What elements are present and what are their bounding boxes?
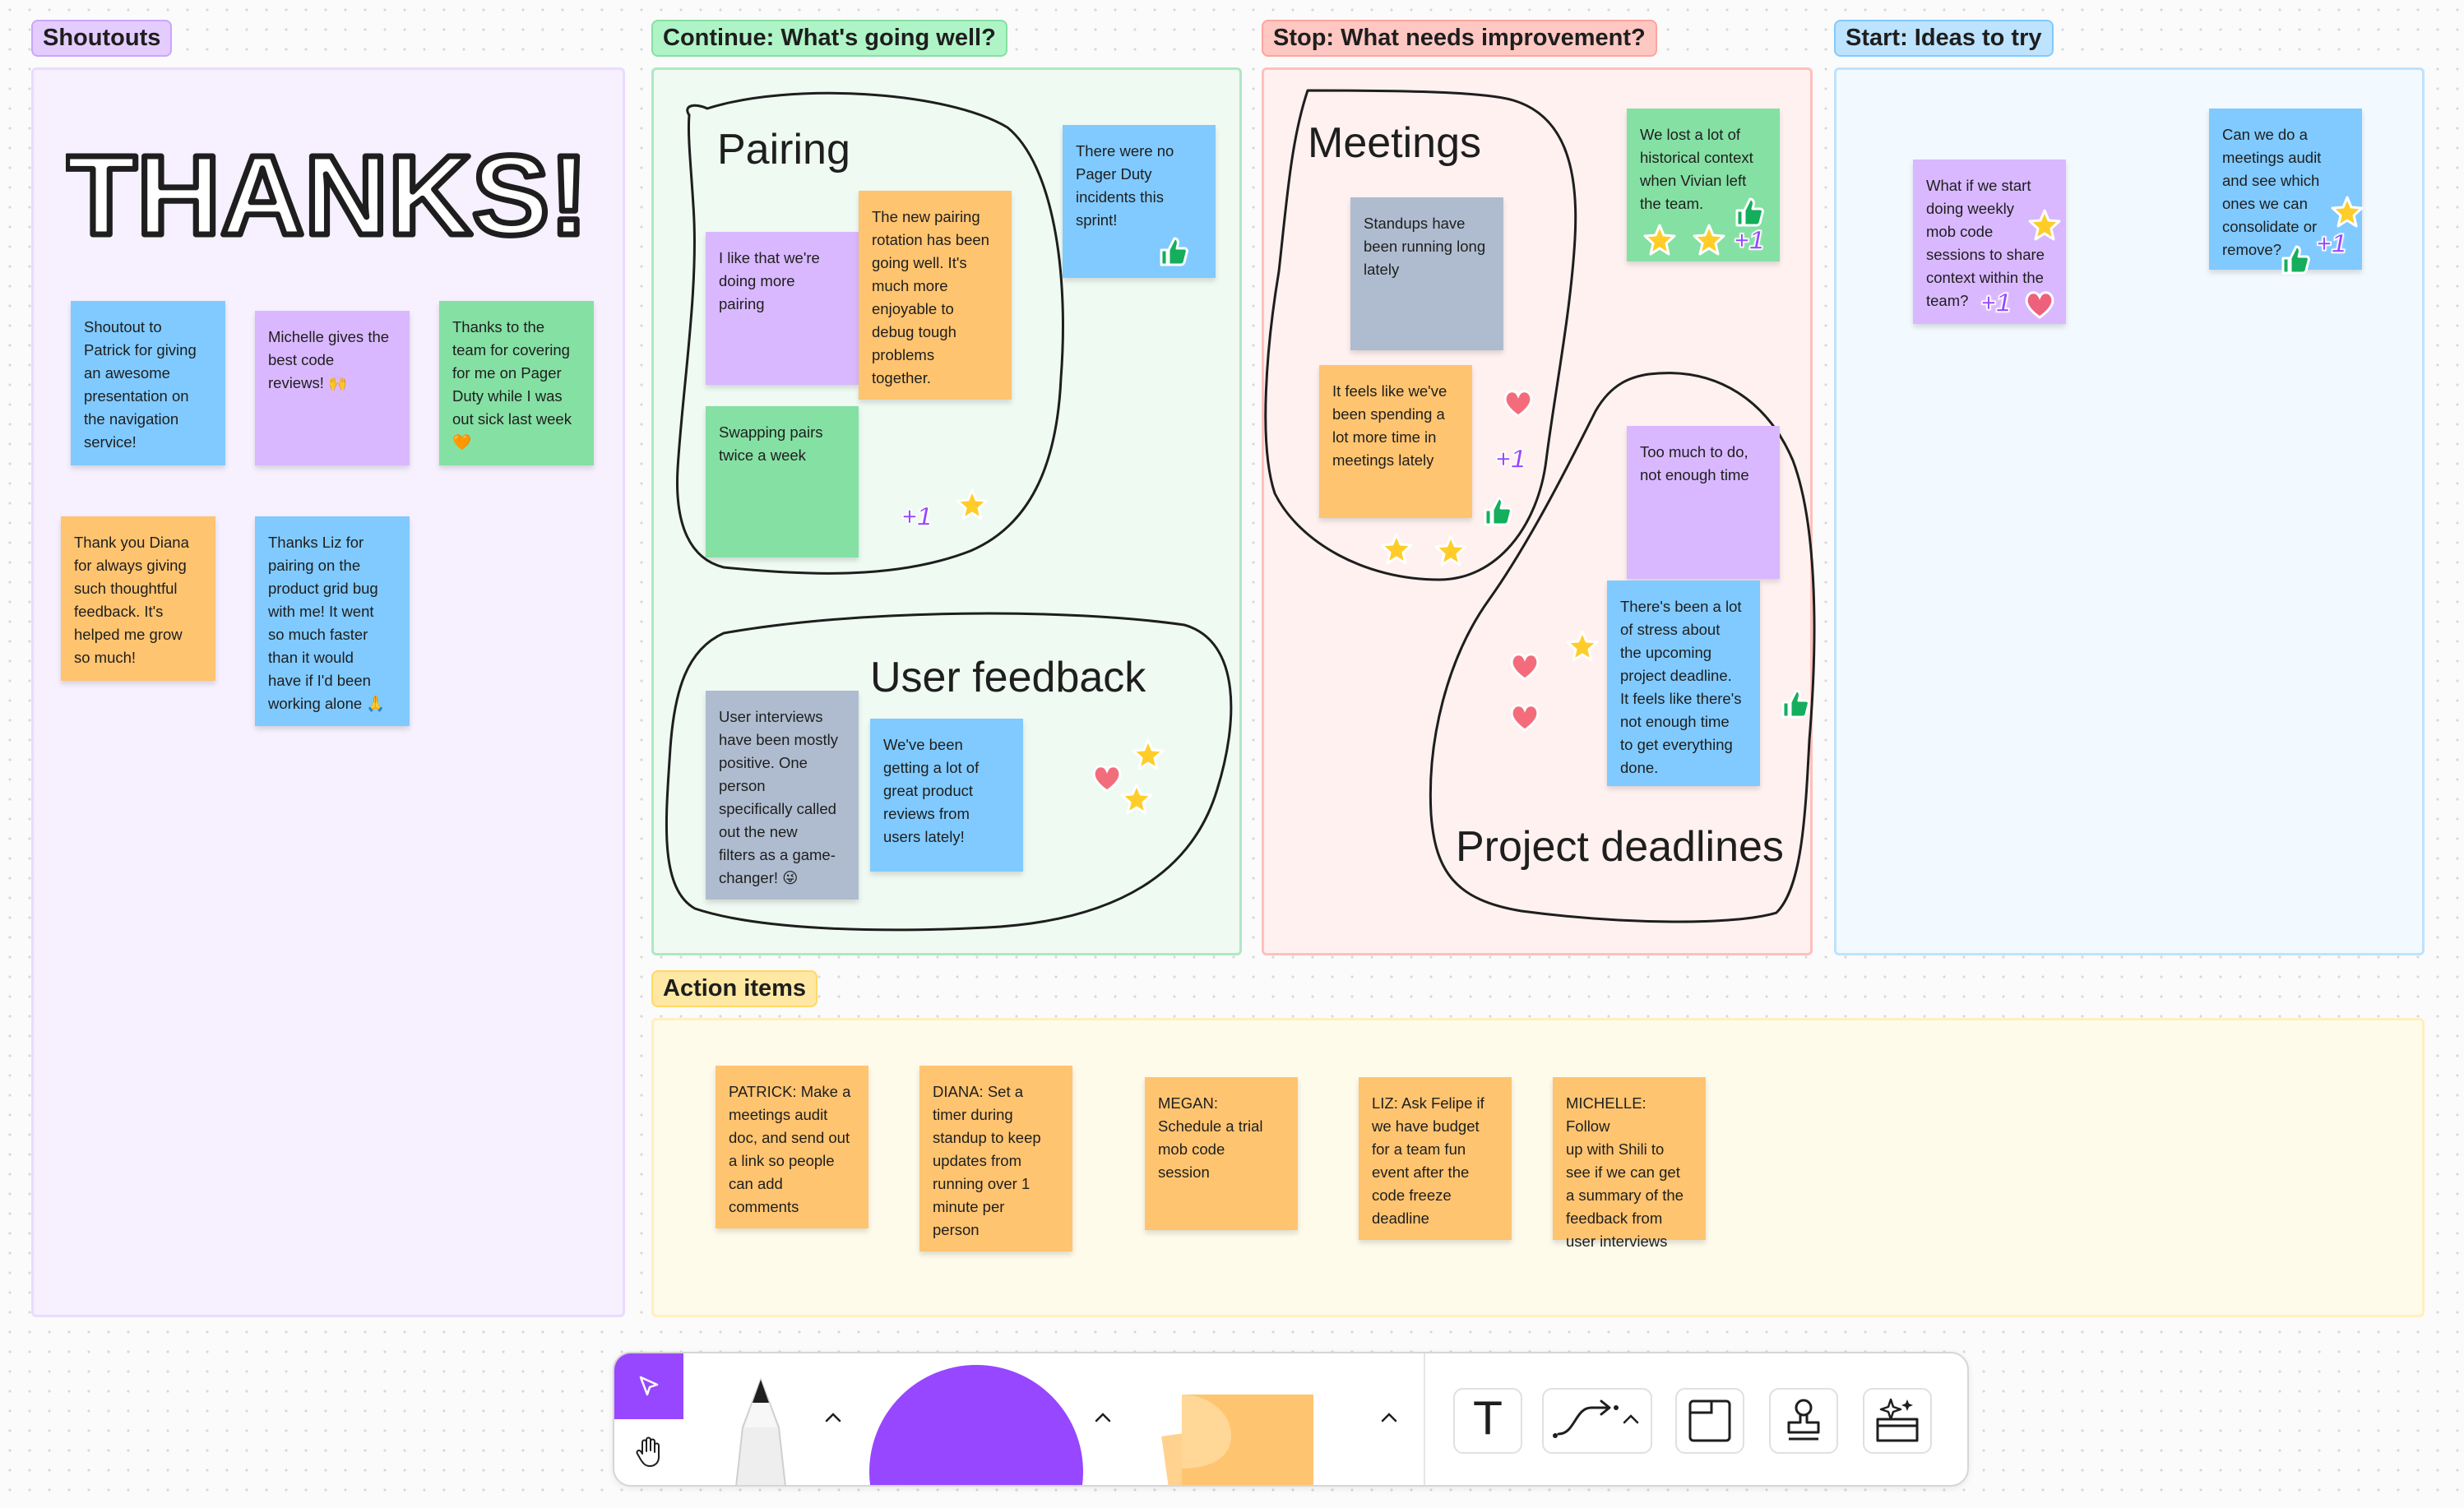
connector-icon — [1553, 1399, 1639, 1438]
sticky-note-text: User interviews have been mostly positiv… — [719, 708, 839, 886]
thanks-lettering[interactable]: THANKS! — [66, 132, 592, 255]
sticky-note-continue[interactable]: User interviews have been mostly positiv… — [706, 691, 859, 900]
thumbs-up-icon[interactable] — [2278, 243, 2311, 276]
text-tool-glyph: T — [1474, 1393, 1502, 1445]
sticky-note-continue[interactable]: The new pairing rotation has been going … — [859, 191, 1012, 400]
sticky-note-stop[interactable]: Standups have been running long lately — [1350, 197, 1503, 350]
cursor-icon — [639, 1376, 659, 1396]
widget-tool-button[interactable] — [1863, 1388, 1932, 1454]
sticky-note-text: Thanks Liz for pairing on the product gr… — [268, 534, 386, 712]
plus-one-sticker[interactable]: +1 — [1980, 287, 2011, 318]
sticky-note-continue[interactable]: I like that we're doing more pairing — [706, 232, 859, 385]
star-icon[interactable] — [1120, 783, 1153, 816]
sticky-note-shoutout[interactable]: Thanks to the team for covering for me o… — [439, 301, 594, 465]
star-icon[interactable] — [2331, 196, 2364, 229]
sticky-note-stop[interactable]: There's been a lot of stress about the u… — [1607, 581, 1760, 786]
heart-icon[interactable] — [1508, 650, 1541, 682]
plus-one-sticker[interactable]: +1 — [901, 501, 932, 532]
connector-tool-button[interactable] — [1542, 1388, 1652, 1454]
chevron-up-icon[interactable] — [1379, 1411, 1399, 1424]
hand-icon — [636, 1436, 660, 1467]
sticky-note-text: There's been a lot of stress about the u… — [1620, 598, 1742, 776]
sticky-note-text: LIZ: Ask Felipe if we have budget for a … — [1372, 1094, 1484, 1227]
heart-icon[interactable] — [1502, 386, 1535, 419]
chevron-up-icon[interactable] — [823, 1411, 843, 1424]
stamp-tool-button[interactable] — [1769, 1388, 1838, 1454]
star-icon[interactable] — [1693, 224, 1725, 257]
cluster-title-meetings[interactable]: Meetings — [1308, 118, 1481, 168]
plus-one-sticker[interactable]: +1 — [1733, 224, 1764, 256]
sticky-note-stop[interactable]: Too much to do, not enough time — [1627, 426, 1780, 579]
chevron-up-icon[interactable] — [1093, 1411, 1113, 1424]
move-tool-button[interactable] — [614, 1353, 683, 1419]
sticky-note-action-item[interactable]: LIZ: Ask Felipe if we have budget for a … — [1359, 1077, 1512, 1240]
sticky-note-text: Shoutout to Patrick for giving an awesom… — [84, 318, 197, 451]
sticky-note-continue[interactable]: There were no Pager Duty incidents this … — [1063, 125, 1216, 278]
sticky-note-action-item[interactable]: DIANA: Set a timer during standup to kee… — [919, 1066, 1072, 1251]
heart-icon[interactable] — [1508, 701, 1541, 733]
sticky-note-shoutout[interactable]: Thanks Liz for pairing on the product gr… — [255, 516, 410, 726]
sticky-note-text: There were no Pager Duty incidents this … — [1076, 142, 1174, 229]
shape-tool-circle[interactable] — [869, 1365, 1083, 1485]
sticky-note-text: We've been getting a lot of great produc… — [883, 736, 980, 845]
sticky-note-action-item[interactable]: MICHELLE: Follow up with Shili to see if… — [1553, 1077, 1706, 1250]
plus-one-sticker[interactable]: +1 — [1494, 443, 1526, 474]
sticky-note-text: Can we do a meetings audit and see which… — [2222, 126, 2322, 258]
sticky-note-text: Thanks to the team for covering for me o… — [452, 318, 572, 451]
sticky-note-text: MICHELLE: Follow up with Shili to see if… — [1566, 1094, 1684, 1250]
sticky-note-stop[interactable]: It feels like we've been spending a lot … — [1319, 365, 1472, 518]
sticky-note-text: Too much to do, not enough time — [1640, 443, 1749, 483]
svg-text:THANKS!: THANKS! — [66, 132, 588, 255]
text-tool-button[interactable]: T — [1453, 1388, 1522, 1454]
sticky-note-text: MEGAN: Schedule a trial mob code session — [1158, 1094, 1263, 1181]
cluster-title-pairing[interactable]: Pairing — [717, 125, 850, 174]
sticky-note-text: The new pairing rotation has been going … — [872, 208, 989, 386]
star-icon[interactable] — [2028, 209, 2061, 242]
cluster-title-project-deadlines[interactable]: Project deadlines — [1456, 822, 1784, 872]
sticky-note-text: I like that we're doing more pairing — [719, 249, 820, 312]
heart-icon[interactable] — [1091, 761, 1123, 794]
plus-one-sticker[interactable]: +1 — [2315, 228, 2346, 259]
section-tool-button[interactable] — [1675, 1388, 1744, 1454]
sticky-note-tool-icon[interactable] — [1141, 1378, 1338, 1485]
heart-icon[interactable] — [2023, 288, 2056, 321]
star-icon[interactable] — [1434, 534, 1467, 567]
thumbs-up-icon[interactable] — [1156, 235, 1189, 268]
stamp-icon — [1787, 1399, 1820, 1441]
thumbs-up-icon[interactable] — [1480, 495, 1513, 528]
sticky-note-text: Standups have been running long lately — [1364, 215, 1486, 278]
sparkle-box-icon — [1876, 1398, 1919, 1442]
sticky-note-text: It feels like we've been spending a lot … — [1332, 382, 1447, 469]
section-frame-icon — [1688, 1399, 1731, 1442]
sticky-note-text: Swapping pairs twice a week — [719, 423, 823, 464]
sticky-note-shoutout[interactable]: Thank you Diana for always giving such t… — [61, 516, 215, 681]
sticky-note-text: Michelle gives the best code reviews! 🙌 — [268, 328, 390, 391]
sticky-note-text: Thank you Diana for always giving such t… — [74, 534, 189, 666]
star-icon[interactable] — [1566, 630, 1599, 663]
sticky-note-action-item[interactable]: MEGAN: Schedule a trial mob code session — [1145, 1077, 1298, 1230]
star-icon[interactable] — [1132, 738, 1165, 771]
sticky-note-text: DIANA: Set a timer during standup to kee… — [933, 1083, 1041, 1238]
toolbar-divider — [1424, 1353, 1425, 1485]
sticky-note-action-item[interactable]: PATRICK: Make a meetings audit doc, and … — [716, 1066, 868, 1228]
pen-tool-icon[interactable] — [720, 1378, 802, 1487]
sticky-note-text: PATRICK: Make a meetings audit doc, and … — [729, 1083, 851, 1215]
hand-tool-button[interactable] — [614, 1419, 683, 1485]
sticky-note-continue[interactable]: Swapping pairs twice a week — [706, 406, 859, 557]
thumbs-up-icon[interactable] — [1732, 196, 1765, 229]
star-icon[interactable] — [956, 488, 989, 521]
star-icon[interactable] — [1643, 224, 1676, 257]
sticky-note-continue[interactable]: We've been getting a lot of great produc… — [870, 719, 1023, 872]
bottom-toolbar: T — [613, 1352, 1969, 1487]
cluster-title-user-feedback[interactable]: User feedback — [870, 653, 1146, 702]
star-icon[interactable] — [1380, 533, 1413, 566]
thumbs-up-icon[interactable] — [1778, 687, 1811, 720]
sticky-note-shoutout[interactable]: Shoutout to Patrick for giving an awesom… — [71, 301, 225, 465]
sticky-note-shoutout[interactable]: Michelle gives the best code reviews! 🙌 — [255, 311, 410, 465]
